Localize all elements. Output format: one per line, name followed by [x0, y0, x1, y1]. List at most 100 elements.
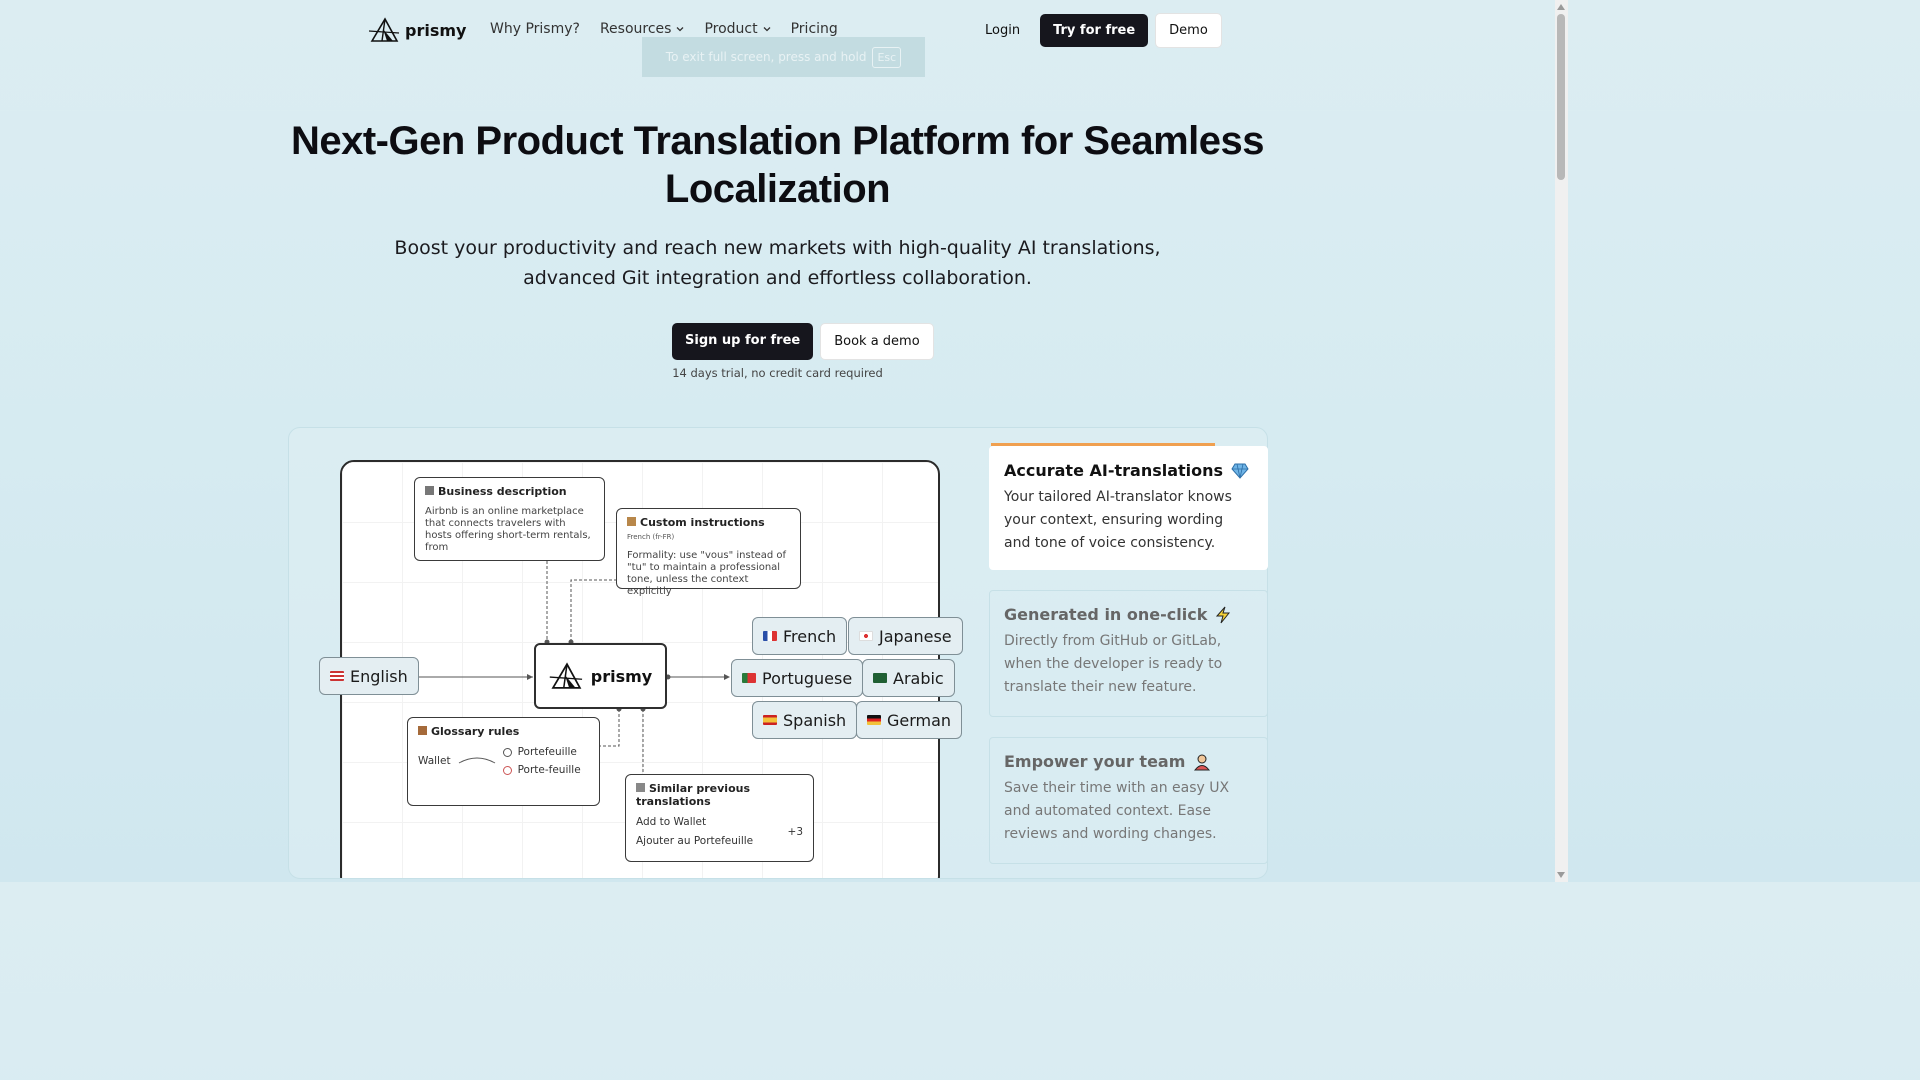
- feature-one-click[interactable]: Generated in one-click Directly from Git…: [989, 590, 1268, 717]
- card-title: Business description: [438, 485, 567, 498]
- person-icon: [1194, 754, 1211, 770]
- nav-link-label: Product: [704, 21, 758, 37]
- book-demo-button[interactable]: Book a demo: [820, 323, 934, 360]
- feature-description: Directly from GitHub or GitLab, when the…: [1004, 633, 1223, 695]
- string-text: Ajouter au Portefeuille: [636, 835, 754, 847]
- scroll-up-arrow-icon[interactable]: [1557, 4, 1565, 10]
- language-label: Spanish: [783, 710, 847, 730]
- glossary-rejected-term: Porte-feuille: [502, 764, 581, 776]
- demo-button[interactable]: Demo: [1155, 13, 1222, 48]
- try-free-button[interactable]: Try for free: [1040, 14, 1149, 47]
- center-brand-name: prismy: [590, 666, 653, 686]
- business-description-card: Business description Airbnb is an online…: [414, 477, 605, 561]
- check-circle-icon: [502, 747, 512, 757]
- package-icon: [627, 517, 636, 526]
- x-circle-icon: [502, 765, 512, 775]
- fullscreen-toast: To exit full screen, press and hold Esc: [642, 37, 925, 77]
- card-body: Formality: use "vous" instead of "tu" to…: [627, 550, 787, 597]
- feature-title: Empower your team: [1004, 752, 1186, 771]
- source-language-english: English: [319, 657, 419, 695]
- pt-flag-icon: [742, 673, 756, 683]
- prismy-center-node: prismy: [534, 643, 667, 709]
- hero-subtitle-line: Boost your productivity and reach new ma…: [394, 237, 1161, 259]
- similar-fr-string: Ajouter au Portefeuille: [636, 835, 753, 847]
- scroll-down-arrow-icon[interactable]: [1557, 872, 1565, 878]
- us-flag-icon: [330, 671, 344, 681]
- jp-flag-icon: [859, 631, 873, 641]
- card-title: Glossary rules: [431, 725, 520, 738]
- glossary-source-term: Wallet: [418, 755, 451, 767]
- lightning-icon: [1216, 606, 1231, 623]
- target-language-portuguese: Portuguese: [731, 659, 864, 697]
- target-language-japanese: Japanese: [848, 617, 963, 655]
- term-text: Wallet: [418, 755, 451, 767]
- feature-title: Accurate AI-translations: [1004, 461, 1224, 480]
- language-label: Portuguese: [762, 668, 853, 688]
- feature-description: Your tailored AI-translator knows your c…: [1004, 489, 1232, 551]
- building-icon: [425, 486, 434, 495]
- nav-resources[interactable]: Resources: [600, 21, 685, 37]
- target-language-french: French: [752, 617, 848, 655]
- target-language-arabic: Arabic: [862, 659, 955, 697]
- scrollbar-thumb[interactable]: [1557, 14, 1565, 180]
- sign-up-button[interactable]: Sign up for free: [672, 323, 814, 360]
- brand-name: prismy: [405, 20, 467, 40]
- curve-arrow-icon: [458, 757, 495, 764]
- nav-actions: Login Try for free Demo: [985, 13, 1222, 48]
- language-label: French: [783, 626, 837, 646]
- hero-subtitle: Boost your productivity and reach new ma…: [0, 233, 1555, 293]
- card-title: Custom instructions: [640, 516, 765, 529]
- feature-empower-team[interactable]: Empower your team Save their time with a…: [989, 737, 1268, 864]
- similar-en-string: Add to Wallet: [636, 816, 753, 828]
- chevron-down-icon: [763, 27, 771, 32]
- chevron-down-icon: [676, 27, 684, 32]
- fr-flag-icon: [763, 631, 777, 641]
- nav-link-label: Resources: [599, 21, 672, 37]
- glossary-approved-term: Portefeuille: [502, 746, 581, 758]
- more-count: +3: [787, 825, 803, 838]
- feature-title: Generated in one-click: [1004, 605, 1208, 624]
- nav-product[interactable]: Product: [704, 21, 771, 37]
- de-flag-icon: [867, 715, 881, 725]
- gem-icon: [1231, 463, 1249, 479]
- language-label: Arabic: [893, 668, 944, 688]
- sa-flag-icon: [873, 673, 887, 683]
- nav-links: Why Prismy? Resources Product Pricing: [490, 21, 838, 37]
- language-label: Japanese: [879, 626, 952, 646]
- nav-why-prismy[interactable]: Why Prismy?: [490, 21, 580, 37]
- similar-translations-card: Similar previous translations Add to Wal…: [625, 774, 814, 862]
- target-language-spanish: Spanish: [752, 701, 858, 739]
- locale-tag: French (fr-FR): [627, 533, 675, 541]
- hero-cta: Sign up for free Book a demo: [672, 323, 934, 360]
- hero-title-line: Next-Gen Product Translation Platform fo…: [290, 119, 1265, 163]
- page-scrollbar[interactable]: [1555, 0, 1568, 882]
- nav-link-label: Why Prismy?: [490, 21, 580, 37]
- prism-logo-icon: [369, 17, 400, 42]
- hero-title-line: Localization: [664, 167, 891, 211]
- stack-icon: [636, 783, 645, 792]
- toast-text: To exit full screen, press and hold: [665, 50, 867, 64]
- language-label: English: [350, 666, 408, 686]
- target-language-german: German: [856, 701, 963, 739]
- feature-accurate-ai[interactable]: Accurate AI-translations Your tailored A…: [989, 446, 1268, 570]
- card-title: Similar previous translations: [636, 782, 751, 808]
- string-text: Add to Wallet: [636, 816, 707, 828]
- term-text: Porte-feuille: [517, 764, 581, 776]
- feature-description: Save their time with an easy UX and auto…: [1004, 780, 1230, 842]
- login-link[interactable]: Login: [985, 23, 1020, 38]
- card-body: Airbnb is an online marketplace that con…: [425, 506, 591, 553]
- custom-instructions-card: Custom instructions French (fr-FR) Forma…: [616, 508, 801, 597]
- hero-title: Next-Gen Product Translation Platform fo…: [0, 117, 1555, 213]
- esc-key-badge: Esc: [872, 46, 902, 68]
- term-text: Portefeuille: [517, 746, 577, 758]
- book-icon: [418, 726, 427, 735]
- hero-subtitle-line: advanced Git integration and effortless …: [523, 267, 1032, 289]
- trial-note: 14 days trial, no credit card required: [672, 366, 883, 380]
- brand-logo[interactable]: prismy: [369, 17, 466, 43]
- language-label: German: [887, 710, 952, 730]
- prism-logo-icon: [549, 662, 582, 689]
- glossary-rules-card: Glossary rules Wallet Portefeuille Porte…: [407, 717, 600, 806]
- es-flag-icon: [763, 715, 777, 725]
- nav-pricing[interactable]: Pricing: [791, 21, 838, 37]
- nav-link-label: Pricing: [790, 21, 838, 37]
